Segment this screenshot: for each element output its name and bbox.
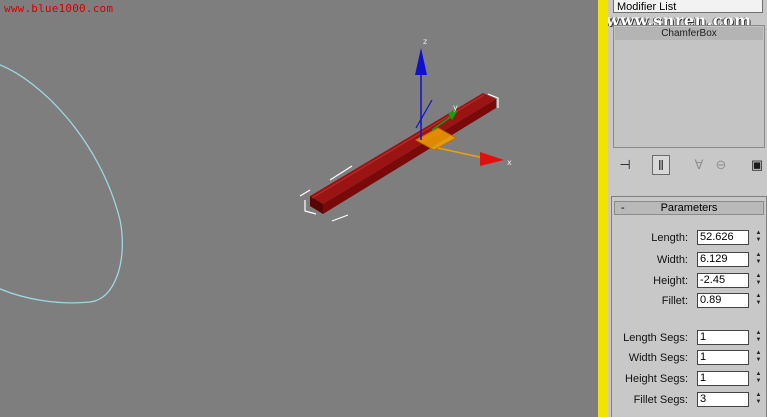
watermark-left: www.blue1000.com [4, 2, 114, 15]
spline-curve[interactable] [0, 64, 123, 304]
x-axis-label: x [507, 158, 512, 167]
param-label: Length: [651, 232, 688, 244]
width-segs-spinner[interactable]: ▲ ▼ [753, 350, 764, 365]
param-length-segs: Length Segs: 1 ▲ ▼ [608, 330, 767, 348]
perspective-viewport[interactable]: z y x www.blue1000.com [0, 0, 598, 417]
y-axis-label: y [453, 103, 458, 112]
remove-modifier-icon[interactable]: ⊖ [712, 155, 730, 175]
fillet-segs-field[interactable]: 3 [697, 392, 749, 407]
parameters-rollout-header[interactable]: - Parameters [614, 201, 764, 215]
z-axis-label: z [423, 37, 427, 46]
param-fillet: Fillet: 0.89 ▲ ▼ [608, 293, 767, 311]
param-width: Width: 6.129 ▲ ▼ [608, 252, 767, 270]
modify-command-panel: Modifier List www.snren.com ChamferBox ⊣… [608, 0, 767, 417]
stack-toolbar: ⊣ ⫴ ∀ ⊖ ▣ [608, 151, 767, 181]
width-segs-field[interactable]: 1 [697, 350, 749, 365]
param-width-segs: Width Segs: 1 ▲ ▼ [608, 350, 767, 368]
rollout-title: Parameters [660, 202, 718, 214]
viewport-panel-divider[interactable] [598, 0, 608, 417]
param-label: Fillet Segs: [633, 394, 688, 406]
fillet-segs-spinner[interactable]: ▲ ▼ [753, 392, 764, 407]
length-field[interactable]: 52.626 [697, 230, 749, 245]
length-segs-spinner[interactable]: ▲ ▼ [753, 330, 764, 345]
fillet-field[interactable]: 0.89 [697, 293, 749, 308]
param-length: Length: 52.626 ▲ ▼ [608, 230, 767, 248]
height-field[interactable]: -2.45 [697, 273, 749, 288]
param-label: Fillet: [661, 295, 688, 307]
show-end-result-icon[interactable]: ⫴ [652, 155, 670, 175]
pin-stack-icon[interactable]: ⊣ [616, 155, 634, 175]
configure-sets-icon[interactable]: ▣ [748, 155, 766, 175]
length-segs-field[interactable]: 1 [697, 330, 749, 345]
param-label: Width Segs: [628, 352, 688, 364]
height-segs-spinner[interactable]: ▲ ▼ [753, 371, 764, 386]
modifier-stack[interactable]: ChamferBox [613, 25, 765, 148]
param-height-segs: Height Segs: 1 ▲ ▼ [608, 371, 767, 389]
chamfer-box[interactable] [310, 93, 496, 214]
collapse-rollout-icon[interactable]: - [621, 202, 625, 214]
length-spinner[interactable]: ▲ ▼ [753, 230, 764, 245]
stack-item-chamferbox[interactable]: ChamferBox [615, 27, 763, 40]
viewport-scene: z y x [0, 37, 512, 304]
width-spinner[interactable]: ▲ ▼ [753, 252, 764, 267]
param-label: Height: [653, 275, 688, 287]
make-unique-icon[interactable]: ∀ [690, 155, 708, 175]
param-height: Height: -2.45 ▲ ▼ [608, 273, 767, 291]
param-fillet-segs: Fillet Segs: 3 ▲ ▼ [608, 392, 767, 410]
x-axis-arrow[interactable] [437, 147, 504, 166]
param-label: Width: [656, 254, 688, 266]
fillet-spinner[interactable]: ▲ ▼ [753, 293, 764, 308]
width-field[interactable]: 6.129 [697, 252, 749, 267]
param-label: Height Segs: [625, 373, 688, 385]
height-segs-field[interactable]: 1 [697, 371, 749, 386]
height-spinner[interactable]: ▲ ▼ [753, 273, 764, 288]
param-label: Length Segs: [623, 332, 688, 344]
